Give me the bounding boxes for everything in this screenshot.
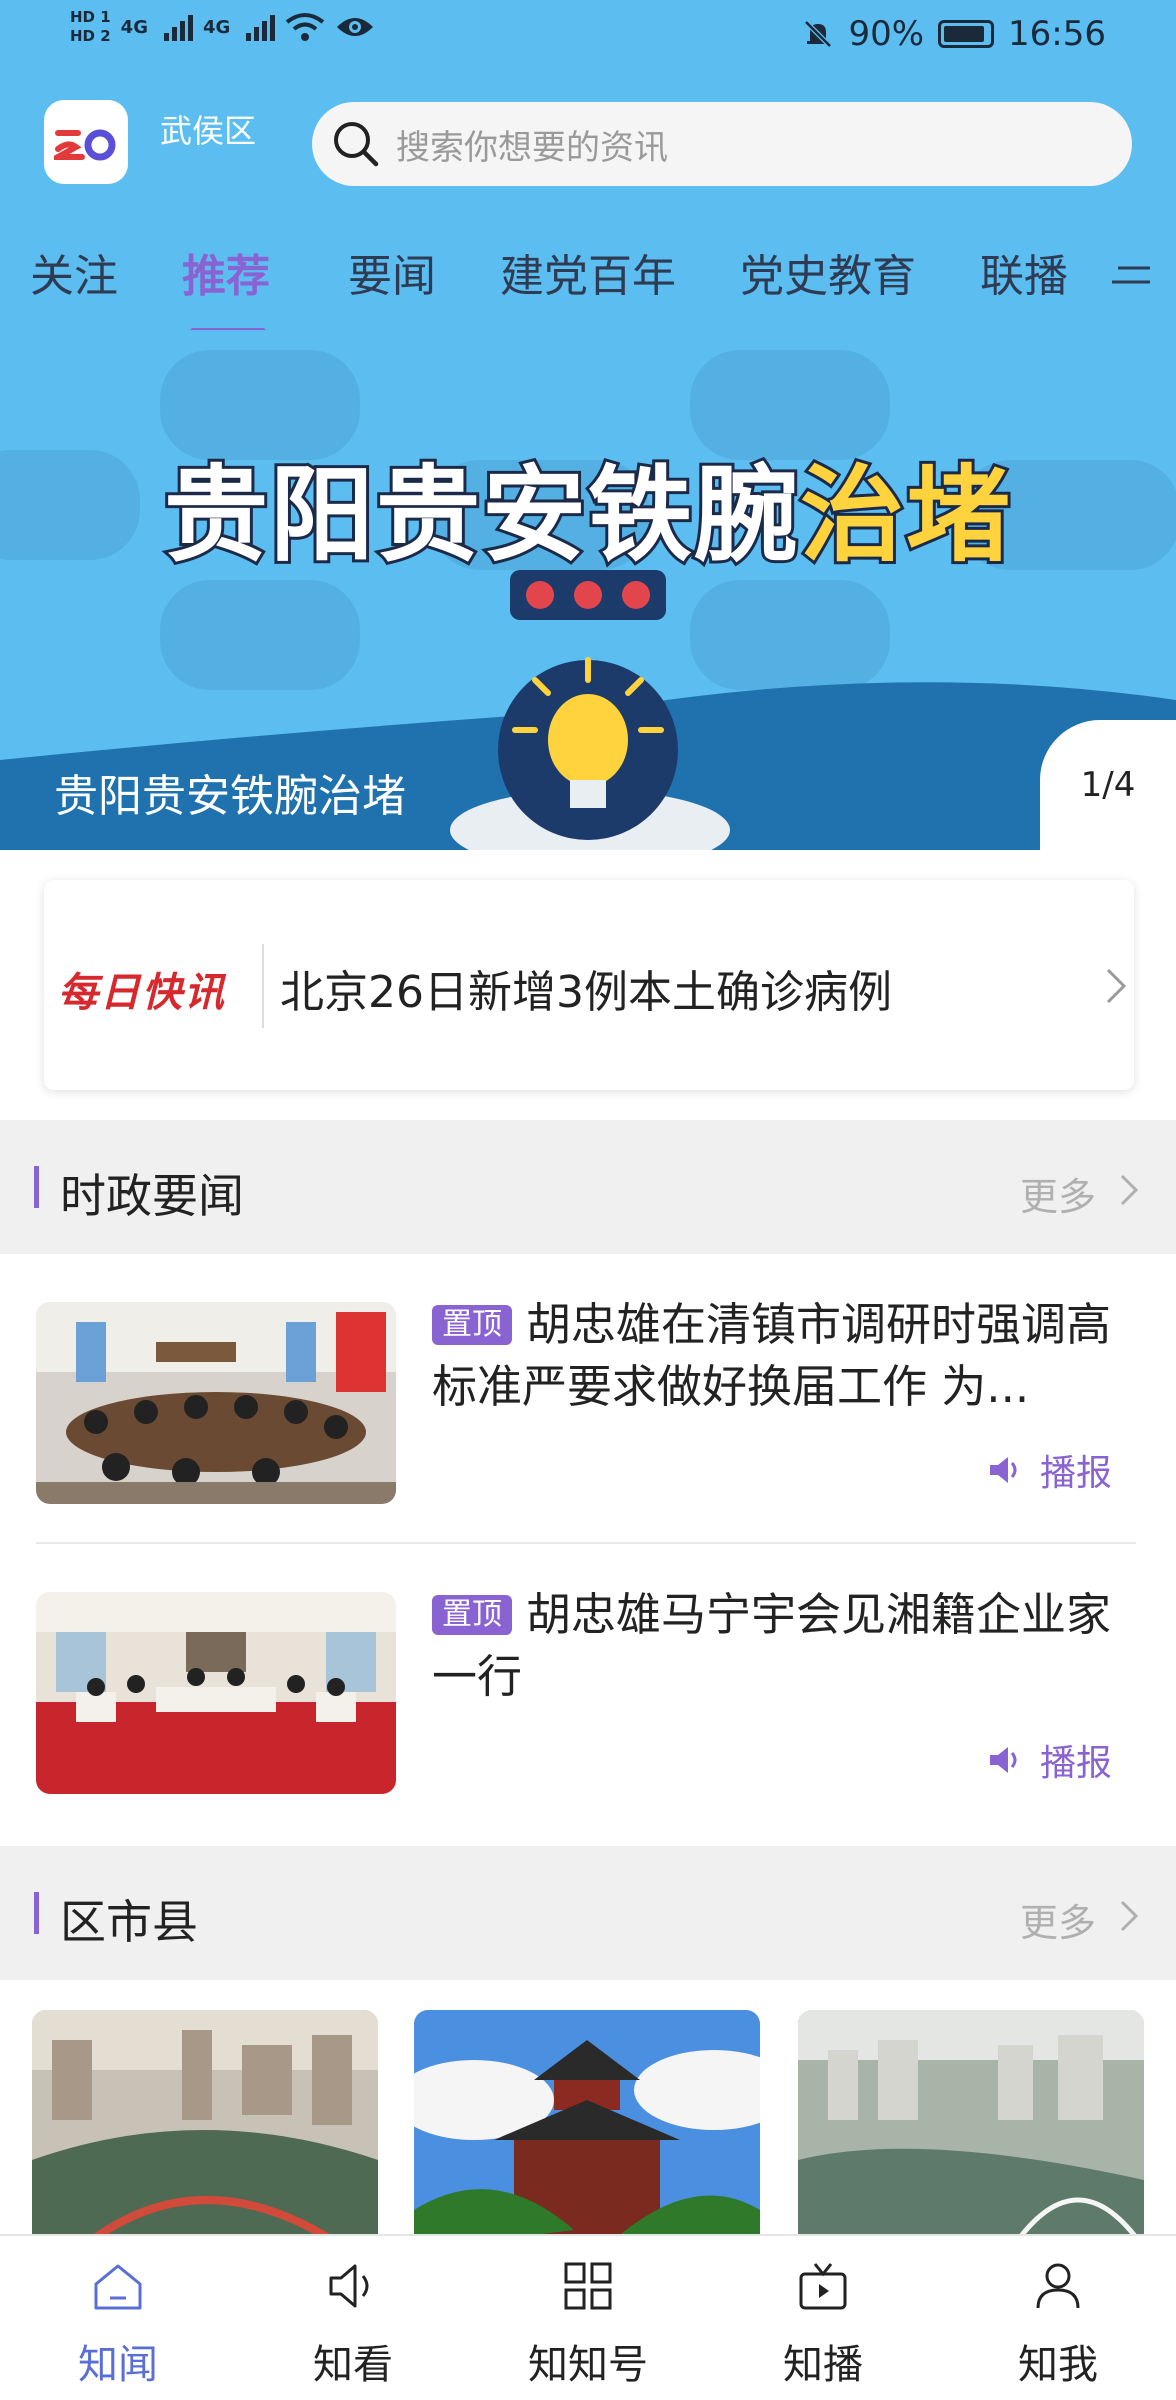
nav-label: 知我 xyxy=(1018,2342,1098,2388)
user-icon xyxy=(1036,2263,1080,2309)
hd2-label: HD 2 xyxy=(70,27,111,45)
section-title: 区市县 xyxy=(60,1895,198,1949)
tab-party-history[interactable]: 党史教育 xyxy=(740,240,916,304)
signal-icon xyxy=(163,13,193,41)
banner-page-counter: 1/4 xyxy=(1040,720,1176,850)
app-logo[interactable] xyxy=(44,100,128,184)
battery-icon xyxy=(938,20,995,48)
daily-flash-card[interactable]: 每日快讯 北京26日新增3例本土确诊病例 xyxy=(44,880,1134,1090)
broadcast-button[interactable]: 播报 xyxy=(988,1734,1112,1786)
nav-label: 知看 xyxy=(313,2342,393,2388)
home-icon xyxy=(94,2264,142,2310)
county-card[interactable] xyxy=(32,2010,378,2250)
section-header-county: 区市县 更多 xyxy=(0,1846,1176,1980)
news-thumbnail xyxy=(36,1302,396,1504)
tab-follow[interactable]: 关注 xyxy=(30,240,118,304)
pinned-badge: 置顶 xyxy=(432,1595,512,1635)
broadcast-button[interactable]: 播报 xyxy=(988,1444,1112,1496)
broadcast-label: 播报 xyxy=(1040,1743,1113,1784)
more-link[interactable]: 更多 xyxy=(1020,1166,1096,1221)
nav-label: 知知号 xyxy=(528,2342,648,2388)
county-image-row xyxy=(0,2000,1176,2250)
banner-caption: 贵阳贵安铁腕治堵 xyxy=(54,771,406,822)
eye-icon xyxy=(337,18,374,36)
chevron-right-icon xyxy=(1106,968,1127,1004)
banner-headline: 贵阳贵安铁腕治堵 xyxy=(0,430,1176,581)
news-title: 置顶 胡忠雄马宁宇会见湘籍企业家一行 xyxy=(432,1584,1122,1708)
speaker-icon xyxy=(990,1457,1017,1483)
channel-tabs: 关注 推荐 要闻 建党百年 党史教育 联播 xyxy=(0,240,1176,340)
grid-icon xyxy=(564,2262,612,2310)
nav-item-broadcast[interactable]: 知播 xyxy=(705,2236,941,2400)
speaker-icon xyxy=(990,1747,1017,1773)
county-card[interactable] xyxy=(414,2010,760,2250)
wifi-icon xyxy=(286,13,325,41)
nav-item-me[interactable]: 知我 xyxy=(940,2236,1176,2400)
status-right: 90% 16:56 xyxy=(802,14,1106,54)
battery-percent: 90% xyxy=(848,14,925,54)
tab-headlines[interactable]: 要闻 xyxy=(348,240,436,304)
broadcast-label: 播报 xyxy=(1040,1453,1113,1494)
news-headline: 胡忠雄在清镇市调研时强调高标准严要求做好换届工作 为... xyxy=(432,1298,1112,1413)
hd-indicator: HD 1 HD 2 xyxy=(70,8,111,46)
nav-label: 知闻 xyxy=(78,2342,158,2388)
bottom-navigation: 知闻 知看 知知号 知播 知我 xyxy=(0,2234,1176,2400)
tv-play-icon xyxy=(799,2263,847,2310)
app-logo-icon xyxy=(54,129,116,161)
divider xyxy=(262,944,264,1028)
county-card[interactable] xyxy=(798,2010,1144,2250)
city-aerial-image xyxy=(798,2010,1144,2250)
search-bar[interactable]: 搜索你想要的资讯 xyxy=(312,102,1132,186)
news-title: 置顶 胡忠雄在清镇市调研时强调高标准严要求做好换届工作 为... xyxy=(432,1294,1122,1418)
pinned-badge: 置顶 xyxy=(432,1305,512,1345)
section-header-politics: 时政要闻 更多 xyxy=(0,1120,1176,1254)
news-thumbnail xyxy=(36,1592,396,1794)
district-selector[interactable]: 武侯区 xyxy=(160,106,256,152)
speaker-icon xyxy=(329,2264,369,2308)
news-item[interactable]: 置顶 胡忠雄马宁宇会见湘籍企业家一行 播报 xyxy=(0,1544,1176,1834)
tab-broadcast[interactable]: 联播 xyxy=(980,240,1068,304)
nav-label: 知播 xyxy=(783,2342,863,2388)
chevron-right-icon[interactable] xyxy=(1118,1898,1140,1934)
city-skyline-image xyxy=(32,2010,378,2250)
nav-item-accounts[interactable]: 知知号 xyxy=(470,2236,706,2400)
news-item[interactable]: 置顶 胡忠雄在清镇市调研时强调高标准严要求做好换届工作 为... 播报 xyxy=(0,1254,1176,1544)
network-4g-label: 4G xyxy=(120,16,148,38)
banner-headline-main: 贵阳贵安铁腕 xyxy=(161,451,801,579)
news-headline: 胡忠雄马宁宇会见湘籍企业家一行 xyxy=(432,1588,1112,1703)
search-placeholder: 搜索你想要的资讯 xyxy=(396,127,668,168)
more-link[interactable]: 更多 xyxy=(1020,1892,1096,1947)
network-4g-label-2: 4G xyxy=(202,16,231,38)
meeting-room-image xyxy=(36,1302,396,1504)
nav-item-watch[interactable]: 知看 xyxy=(235,2236,471,2400)
signal-icon-2 xyxy=(246,13,276,41)
daily-flash-badge: 每日快讯 xyxy=(58,970,226,1016)
status-left: HD 1 HD 2 4G 4G xyxy=(70,8,375,46)
section-accent-bar xyxy=(34,1166,39,1208)
header: 武侯区 搜索你想要的资讯 xyxy=(0,90,1176,200)
clock: 16:56 xyxy=(1008,14,1106,54)
nav-item-news[interactable]: 知闻 xyxy=(0,2236,236,2400)
section-accent-bar xyxy=(34,1892,39,1934)
tab-party-centenary[interactable]: 建党百年 xyxy=(500,240,676,304)
channel-menu-icon[interactable] xyxy=(1110,260,1154,290)
pavilion-image xyxy=(414,2010,760,2250)
reception-room-image xyxy=(36,1592,396,1794)
chevron-right-icon[interactable] xyxy=(1118,1172,1140,1208)
banner-headline-highlight: 治堵 xyxy=(797,451,1013,579)
top-area: HD 1 HD 2 4G 4G 90% 16:56 武侯区 搜索你想要的资讯 关… xyxy=(0,0,1176,850)
status-bar: HD 1 HD 2 4G 4G 90% 16:56 xyxy=(0,0,1176,72)
daily-flash-text: 北京26日新增3例本土确诊病例 xyxy=(280,967,892,1018)
bell-muted-icon xyxy=(804,20,833,48)
section-title: 时政要闻 xyxy=(60,1169,244,1223)
tab-recommend[interactable]: 推荐 xyxy=(182,240,270,304)
banner-carousel[interactable]: 贵阳贵安铁腕治堵 贵阳贵安铁腕治堵 1/4 xyxy=(0,330,1176,850)
search-icon xyxy=(334,122,379,167)
hd1-label: HD 1 xyxy=(70,8,111,26)
